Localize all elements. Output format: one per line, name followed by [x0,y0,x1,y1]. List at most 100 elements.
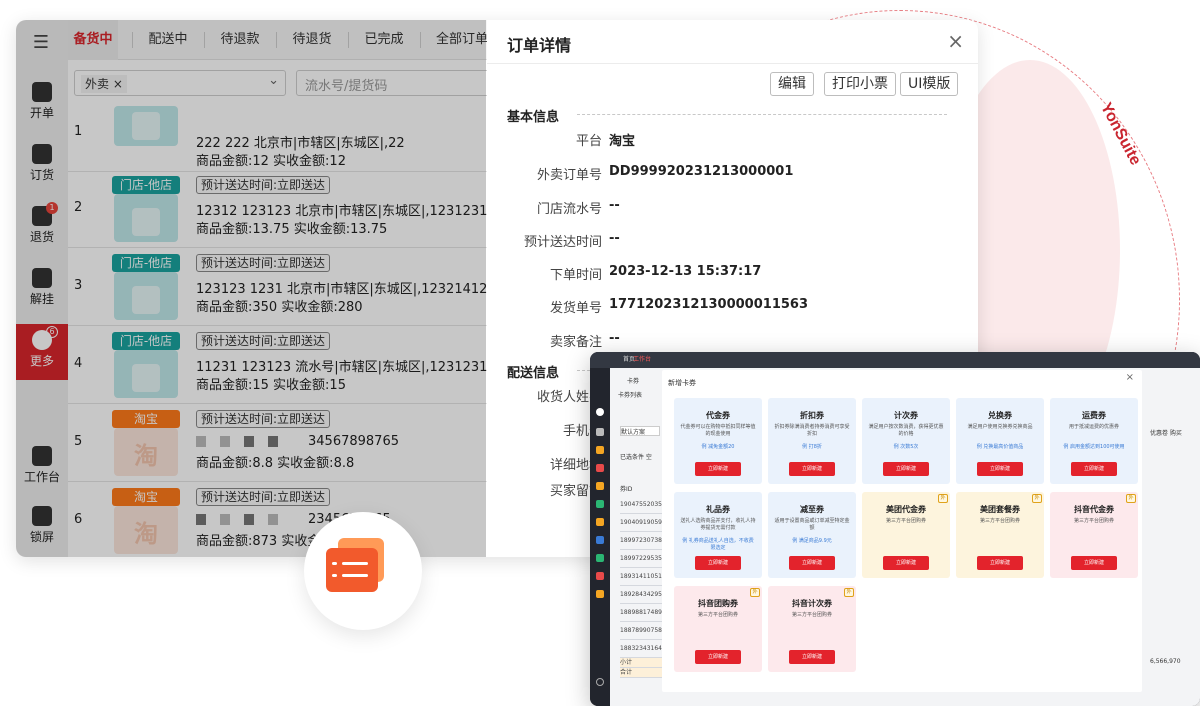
detail-header: 订单详情 × [487,20,978,64]
field-label: 手机号 [562,424,602,439]
field-label: 收货人姓名 [536,390,602,405]
nav-icon[interactable] [596,572,604,580]
field-label: 发货单号 [549,301,602,316]
nav-icon[interactable] [596,464,604,472]
eta-value: -- [609,231,620,246]
create-coupon-button[interactable]: 立即新建 [977,556,1023,570]
external-badge: 外 [1032,494,1042,503]
platform-value: 淘宝 [609,134,636,149]
nav-icon[interactable] [596,536,604,544]
field-label: 门店流水号 [536,202,602,217]
coupon-card-desc: 第三方平台团购券 [885,518,926,524]
coupon-card-title: 抖音团购券 [698,599,738,608]
seller-note-value: -- [609,331,620,346]
external-badge: 外 [938,494,948,503]
coupon-card: 运费券用于抵减运费的优惠券例 启用金额达到100可使用立即新建 [1050,398,1138,484]
create-coupon-button[interactable]: 立即新建 [695,650,741,664]
coupon-card-example: 例 礼券商品送礼人自选，不收费限选定 [682,538,754,551]
section-title-basic: 基本信息 [507,110,560,125]
coupon-card-title: 礼品券 [706,505,730,514]
tab-workbench[interactable]: 工作台 [630,354,654,366]
coupon-card-example: 例 减免金额20 [701,444,735,450]
coupon-card-title: 美团代金券 [886,505,926,514]
field-label: 平台 [575,134,602,149]
create-coupon-button[interactable]: 立即新建 [883,556,929,570]
create-coupon-button[interactable]: 立即新建 [977,462,1023,476]
coupon-card-desc: 代金券可以在购物中抵扣同样等值的现金使用 [680,424,756,437]
coupon-card: 礼品券送礼人选购商品并支付，收礼人持券提货无需付款例 礼券商品送礼人自选，不收费… [674,492,762,578]
create-coupon-button[interactable]: 立即新建 [695,462,741,476]
coupon-card-desc: 第三方平台团购券 [791,612,832,618]
coupon-card: 兑换券满足用户使用兑换券兑换商品例 兑换最高价值商品立即新建 [956,398,1044,484]
field-label: 卖家备注 [549,335,602,350]
window-topbar: 首页 工作台 [590,352,1200,368]
coupon-card-title: 兑换券 [988,411,1012,420]
nav-icon[interactable] [596,428,604,436]
edit-button[interactable]: 编辑 [770,72,814,96]
store-serial-value: -- [609,198,620,213]
coupon-card: 代金券 代金券可以在购物中抵扣同样等值的现金使用例 减免金额20 立即新建 [674,398,762,484]
nav-icon[interactable] [596,590,604,598]
field-label: 详细地址 [549,458,602,473]
field-label: 下单时间 [549,268,602,283]
coupon-card-desc: 用于抵减运费的优惠券 [1068,424,1119,430]
window-sidebar [590,368,610,706]
tab-coupons[interactable]: 卡券 [624,376,642,388]
new-coupon-modal: 新增卡券 × 代金券 代金券可以在购物中抵扣同样等值的现金使用例 减免金额20 立即… [662,370,1142,692]
create-coupon-button[interactable]: 立即新建 [883,462,929,476]
nav-icon[interactable] [596,554,604,562]
search-icon[interactable] [596,408,604,416]
logo-line [342,574,368,577]
coupon-card-example: 例 启用金额达到100可使用 [1063,444,1125,450]
create-coupon-button[interactable]: 立即新建 [695,556,741,570]
modal-title: 新增卡券 [668,379,696,387]
coupon-card: 美团代金券第三方平台团购券 外立即新建 [862,492,950,578]
print-receipt-button[interactable]: 打印小票 [824,72,896,96]
coupon-card-desc: 折扣券除满消费者持券消费可享受折扣 [774,424,850,437]
nav-icon[interactable] [596,482,604,490]
close-icon[interactable]: × [947,29,964,53]
create-coupon-button[interactable]: 立即新建 [789,556,835,570]
field-label: 买家留言 [549,484,602,499]
nav-icon[interactable] [596,500,604,508]
coupon-card-title: 美团套餐券 [980,505,1020,514]
nav-icon[interactable] [596,446,604,454]
external-badge: 外 [1126,494,1136,503]
coupon-card-desc: 满足用户使用兑换券兑换商品 [967,424,1033,430]
coupon-card-desc: 送礼人选购商品并支付，收礼人持券提货无需付款 [680,518,756,531]
coupon-card-example: 例 打8折 [802,444,822,450]
coupon-list-tab[interactable]: 卡券列表 [618,390,668,400]
coupon-card-title: 减至券 [800,505,824,514]
coupon-card-title: 运费券 [1082,411,1106,420]
stage: YonSuite ☰ 开单 订货 1 退货 解挂 6 更多 工作台 锁屏 备货中… [0,0,1200,706]
filter-scheme-select[interactable]: 默认方案 [620,426,660,436]
logo-circle [332,574,337,577]
coupon-card-desc: 适用于设置商品或订单减至特定金额 [774,518,850,531]
create-coupon-button[interactable]: 立即新建 [789,462,835,476]
create-coupon-button[interactable]: 立即新建 [1071,462,1117,476]
coupon-card: 抖音团购券 第三方平台团购券 外立即新建 [674,586,762,672]
settings-icon[interactable] [596,678,604,686]
modal-backdrop[interactable] [16,20,486,557]
coupon-card-desc: 第三方平台团购券 [697,612,738,618]
logo-front-shape [326,548,378,592]
close-icon[interactable]: × [1126,372,1134,383]
coupon-card: 计次券 满足用户按次数消费，获得更优惠的价格例 次数5次 立即新建 [862,398,950,484]
coupon-card-title: 折扣券 [800,411,824,420]
coupon-card-title: 抖音代金券 [1074,505,1114,514]
takeout-order-no-value: DD999920231213000001 [609,164,794,179]
detail-title: 订单详情 [507,36,572,55]
shipment-no-value: 1771202312130000011563 [609,297,808,312]
coupon-card-desc: 满足用户按次数消费，获得更优惠的价格 [868,424,944,437]
external-badge: 外 [844,588,854,597]
coupon-card-example: 例 兑换最高价值商品 [976,444,1024,450]
right-column-header: 优惠卷 购买 [1150,430,1182,437]
ui-template-button[interactable]: UI模版 [900,72,959,96]
coupon-card: 折扣券折扣券除满消费者持券消费可享受折扣例 打8折立即新建 [768,398,856,484]
coupon-card-desc: 第三方平台团购券 [979,518,1020,524]
nav-icon[interactable] [596,518,604,526]
coupon-card: 抖音代金券 第三方平台团购券 外立即新建 [1050,492,1138,578]
create-coupon-button[interactable]: 立即新建 [1071,556,1117,570]
app-logo [304,512,422,630]
create-coupon-button[interactable]: 立即新建 [789,650,835,664]
